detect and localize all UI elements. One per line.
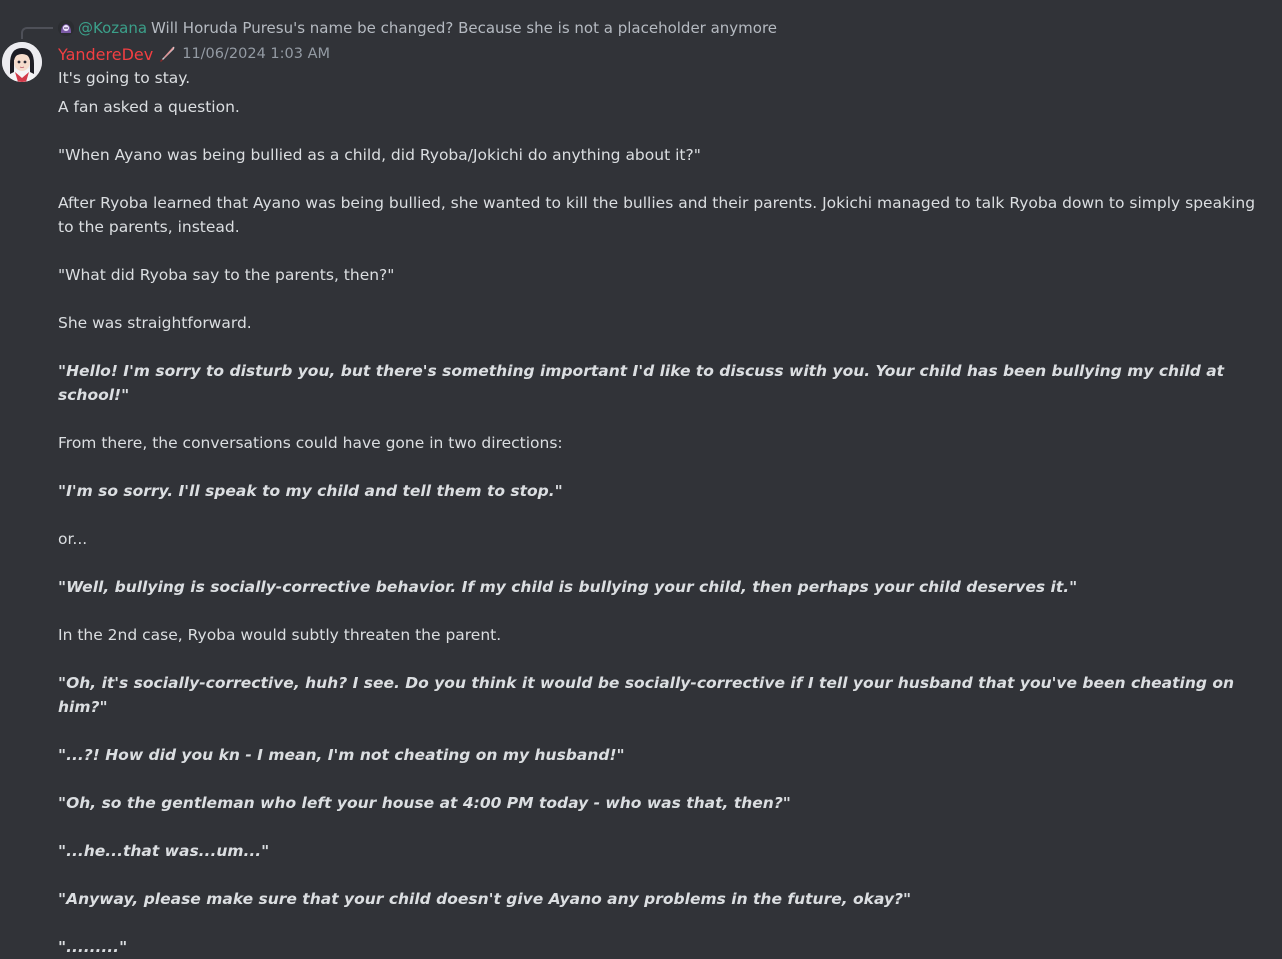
message-line: A fan asked a question. — [58, 98, 240, 116]
message-line-emphasis: "Oh, so the gentleman who left your hous… — [58, 794, 791, 812]
message-line-emphasis: "Well, bullying is socially-corrective b… — [58, 578, 1078, 596]
message-line: After Ryoba learned that Ayano was being… — [58, 194, 1256, 236]
reply-avatar[interactable] — [58, 20, 74, 36]
message-content: It's going to stay. A fan asked a questi… — [58, 66, 1258, 959]
message-line: "What did Ryoba say to the parents, then… — [58, 266, 395, 284]
message-line-emphasis: "Hello! I'm sorry to disturb you, but th… — [58, 362, 1225, 404]
message-line-emphasis: "I'm so sorry. I'll speak to my child an… — [58, 482, 563, 500]
username[interactable]: YandereDev — [58, 45, 153, 64]
message-line: or... — [58, 530, 88, 548]
reply-preview[interactable]: @Kozana Will Horuda Puresu's name be cha… — [58, 17, 777, 39]
reply-text[interactable]: Will Horuda Puresu's name be changed? Be… — [151, 19, 777, 37]
message-line: In the 2nd case, Ryoba would subtly thre… — [58, 626, 502, 644]
timestamp: 11/06/2024 1:03 AM — [182, 46, 331, 62]
message-line-emphasis: "...?! How did you kn - I mean, I'm not … — [58, 746, 625, 764]
knife-icon[interactable] — [157, 44, 177, 64]
reply-connector — [21, 27, 53, 39]
avatar[interactable] — [2, 42, 42, 82]
message-header: YandereDev 11/06/2024 1:03 AM — [58, 43, 330, 65]
message-line-emphasis: "........." — [58, 938, 128, 956]
message-line-emphasis: "...he...that was...um..." — [58, 842, 270, 860]
reply-author[interactable]: @Kozana — [78, 19, 147, 37]
message-line-emphasis: "Anyway, please make sure that your chil… — [58, 890, 912, 908]
message-line-emphasis: "Oh, it's socially-corrective, huh? I se… — [58, 674, 1235, 716]
message-line: "When Ayano was being bullied as a child… — [58, 146, 701, 164]
message-line: It's going to stay. — [58, 69, 191, 87]
message-line: She was straightforward. — [58, 314, 252, 332]
message-line: From there, the conversations could have… — [58, 434, 563, 452]
